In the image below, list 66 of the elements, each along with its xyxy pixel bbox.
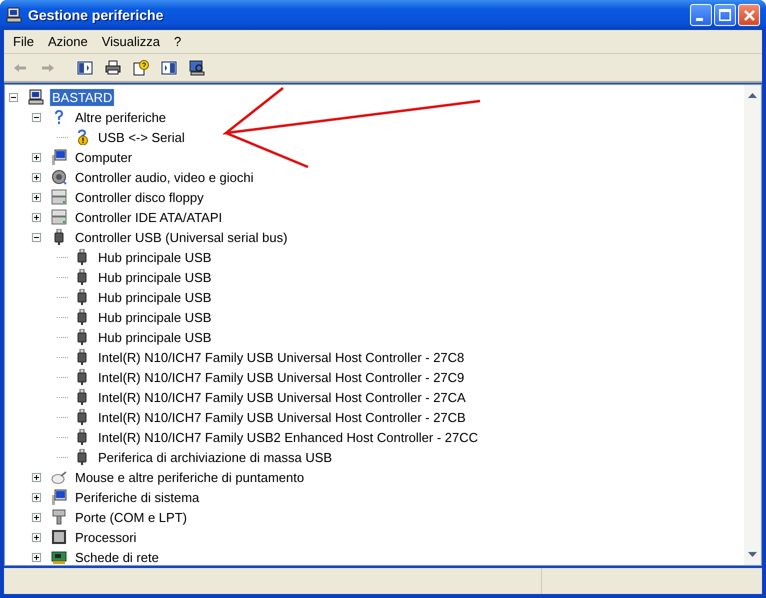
expand-toggle[interactable] <box>32 112 41 122</box>
expand-toggle[interactable] <box>32 212 41 222</box>
tree-item[interactable]: BASTARD <box>50 88 114 106</box>
monitor-device-icon <box>51 149 67 165</box>
maximize-icon <box>719 9 731 21</box>
expand-toggle[interactable] <box>32 232 41 242</box>
tree-item[interactable]: Hub principale USB <box>96 288 214 306</box>
window-title: Gestione periferiche <box>28 7 164 23</box>
mouse-device-icon <box>51 469 67 485</box>
tree-item[interactable]: Controller audio, video e giochi <box>73 168 256 186</box>
network-device-icon <box>51 549 67 565</box>
tree-item[interactable]: Computer <box>73 148 134 166</box>
tree-item[interactable]: Intel(R) N10/ICH7 Family USB Universal Host Controller - 27CB <box>96 408 468 426</box>
tree-item[interactable]: Controller USB (Universal serial bus) <box>73 228 290 246</box>
expand-toggle[interactable] <box>32 492 41 502</box>
tree-item[interactable]: Controller IDE ATA/ATAPI <box>73 208 224 226</box>
close-button[interactable] <box>738 4 760 26</box>
menu-item[interactable]: Azione <box>40 34 95 49</box>
expand-toggle[interactable] <box>32 532 41 542</box>
menu-item[interactable]: File <box>6 34 41 49</box>
tree-item[interactable]: Hub principale USB <box>96 248 214 266</box>
expand-toggle[interactable] <box>32 512 41 522</box>
tree-item[interactable]: Periferica di archiviazione di massa USB <box>96 448 334 466</box>
minimize-button[interactable] <box>690 4 712 26</box>
tree-item[interactable]: USB <-> Serial <box>96 128 187 146</box>
tree-item[interactable]: Hub principale USB <box>96 328 214 346</box>
processor-device-icon <box>51 529 67 545</box>
computer-icon <box>6 7 22 23</box>
scan-icon <box>188 60 204 76</box>
tree-item[interactable]: Mouse e altre periferiche di puntamento <box>73 468 306 486</box>
expand-toggle[interactable] <box>32 172 41 182</box>
panel-icon <box>160 60 176 76</box>
expand-toggle[interactable] <box>32 192 41 202</box>
tree-item[interactable]: Intel(R) N10/ICH7 Family USB Universal Host Controller - 27CA <box>96 388 468 406</box>
scrollbar[interactable] <box>744 85 761 565</box>
expand-toggle[interactable] <box>32 552 41 562</box>
tree-icon <box>76 60 92 76</box>
minimize-icon <box>696 18 702 20</box>
expand-toggle[interactable] <box>32 152 41 162</box>
tree-item[interactable]: Altre periferiche <box>73 108 168 126</box>
scroll-up-icon[interactable] <box>748 93 757 98</box>
drive-device-icon <box>51 189 67 205</box>
tree-item[interactable]: Porte (COM e LPT) <box>73 508 189 526</box>
menu-item[interactable]: ? <box>167 34 188 49</box>
audio-device-icon <box>51 169 67 185</box>
print-icon <box>104 60 120 76</box>
monitor-device-icon <box>51 489 67 505</box>
tree-item[interactable]: Controller disco floppy <box>73 188 206 206</box>
tree-item[interactable]: Hub principale USB <box>96 268 214 286</box>
tree-item[interactable]: Intel(R) N10/ICH7 Family USB Universal Host Controller - 27C8 <box>96 348 466 366</box>
drive-device-icon <box>51 209 67 225</box>
expand-toggle[interactable] <box>9 92 18 102</box>
close-icon <box>744 10 754 20</box>
tree-item[interactable]: Processori <box>73 528 138 546</box>
menu-item[interactable]: Visualizza <box>94 34 167 49</box>
tree-item[interactable]: Hub principale USB <box>96 308 214 326</box>
port-device-icon <box>51 509 67 525</box>
tree-item[interactable]: Periferiche di sistema <box>73 488 202 506</box>
tree-item[interactable]: Intel(R) N10/ICH7 Family USB Universal Host Controller - 27C9 <box>96 368 466 386</box>
tree-item[interactable]: Schede di rete <box>73 548 161 566</box>
scroll-down-icon[interactable] <box>748 552 757 557</box>
computer-device-icon <box>28 89 44 105</box>
tree-item[interactable]: Intel(R) N10/ICH7 Family USB2 Enhanced Host Controller - 27CC <box>96 428 480 446</box>
help-icon <box>132 60 148 76</box>
maximize-button[interactable] <box>714 4 736 26</box>
expand-toggle[interactable] <box>32 472 41 482</box>
